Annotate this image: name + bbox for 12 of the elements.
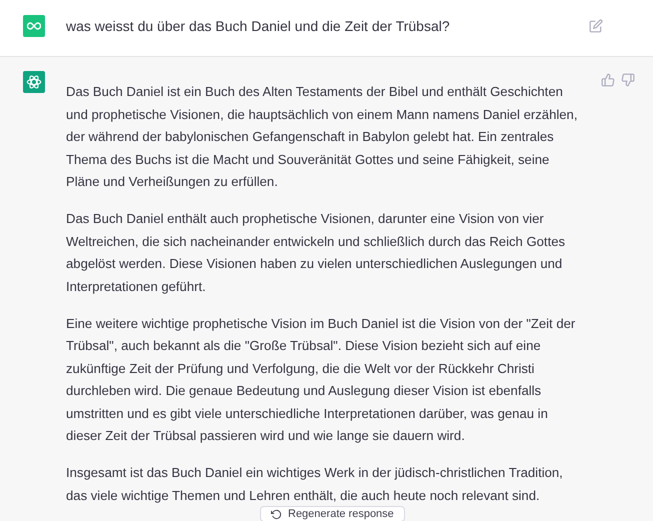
user-message: was weisst du über das Buch Daniel und die Zeit der Trübsal?	[66, 17, 451, 36]
response-paragraph: Insgesamt ist das Buch Daniel ein wichtiges Werk in der jüdisch-christlichen Tradition, das viele wichtige Themen und Lehren enthält, die auch heute noch relevant sind.	[66, 464, 564, 505]
thumbs-up-icon[interactable]	[601, 73, 615, 87]
response-paragraph: Das Buch Daniel enthält auch prophetische Visionen, darunter eine Vision von vier Weltreichen, die sich nacheinander entwickeln und schließlich durch das Reich Gottes abgelöst werden. Diese Visionen haben zu vielen unterschiedlichen Auslegungen und Interpretationen geführt.	[66, 210, 566, 296]
refresh-icon	[271, 508, 282, 520]
response-paragraph: Eine weitere wichtige prophetische Vision im Buch Daniel ist die Vision von der "Zeit der Trübsal", auch bekannt als die "Große Trübsal". Diese Vision bezieht sich auf eine zukünftige Zeit der Prüfung und Verfolgung, die die Welt vor der Rückkehr Christi durchleben wird. Die genaue Bedeutung und Auslegung dieser Vision ist ebenfalls umstritten und es gibt viele unterschiedliche Interpretationen darüber, was genau in dieser Zeit der Trübsal passieren wird und wie lange sie dauern wird.	[66, 314, 576, 445]
thumbs-down-icon[interactable]	[621, 73, 635, 87]
assistant-avatar-icon	[23, 71, 45, 93]
edit-icon[interactable]	[589, 19, 603, 33]
regenerate-button[interactable]: Regenerate response	[260, 506, 405, 521]
response-paragraph: Das Buch Daniel ist ein Buch des Alten Testaments der Bibel und enthält Geschichten und prophetische Visionen, die hauptsächlich von einem Mann namens Daniel erzählen, der während der babylonischen Gefangenschaft in Babylon gelebt hat. Ein zentrales Thema des Buchs ist die Macht und Souveränität Gottes und seine Fähigkeit, seine Pläne und Verheißungen zu erfüllen.	[66, 83, 578, 191]
user-avatar-icon	[23, 15, 45, 37]
